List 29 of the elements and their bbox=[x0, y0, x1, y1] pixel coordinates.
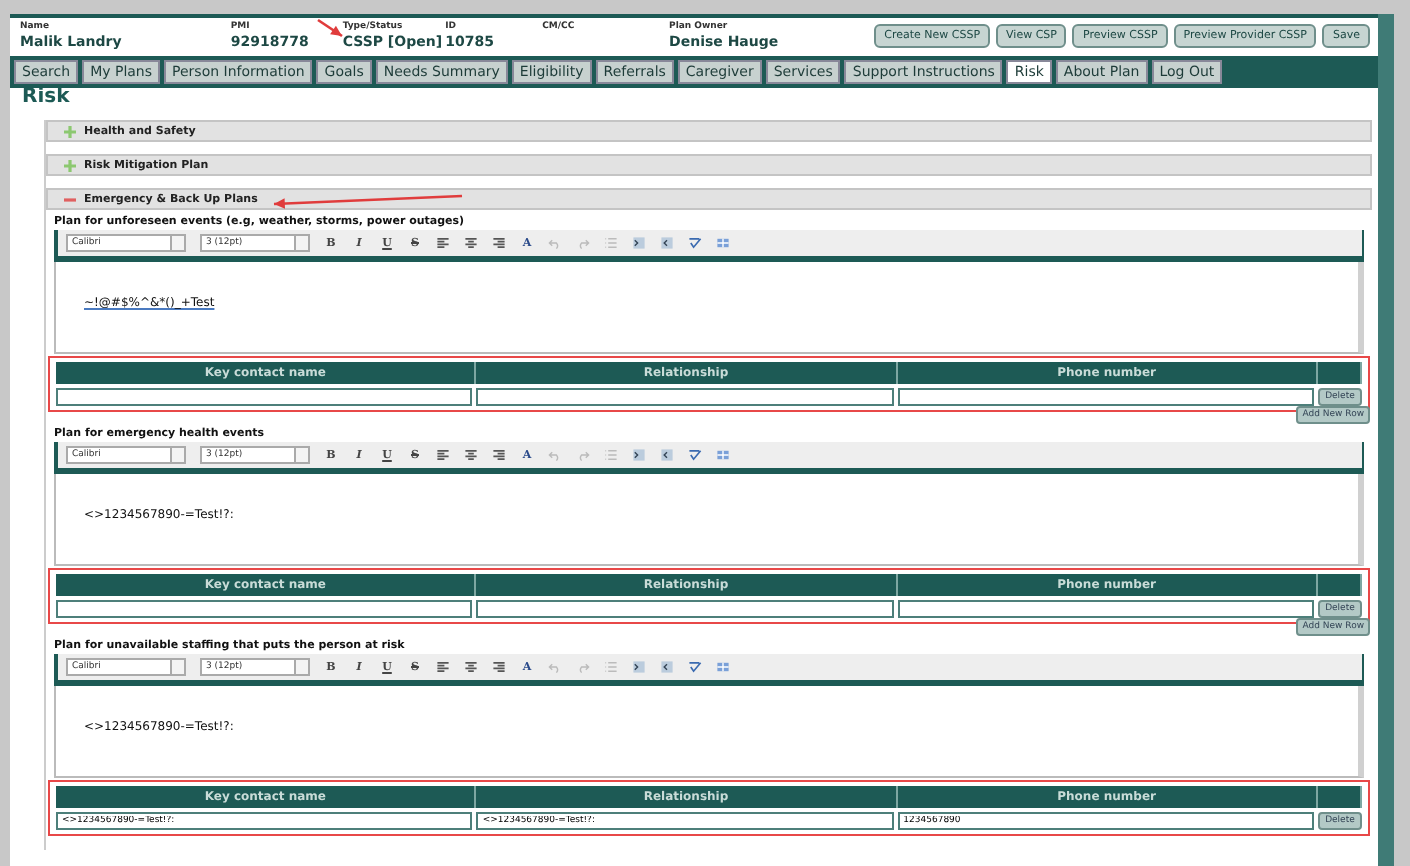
contact-input[interactable] bbox=[476, 600, 894, 618]
spellcheck-icon[interactable] bbox=[688, 236, 702, 250]
outdent-icon[interactable] bbox=[660, 660, 674, 674]
table-icon[interactable] bbox=[716, 236, 730, 250]
scrollbar[interactable] bbox=[1378, 14, 1394, 866]
outdent-icon[interactable] bbox=[660, 236, 674, 250]
contact-input[interactable] bbox=[56, 600, 473, 618]
page-title: Risk bbox=[20, 88, 72, 108]
outdent-icon[interactable] bbox=[660, 448, 674, 462]
align-right-icon[interactable] bbox=[492, 236, 506, 250]
indent-icon[interactable] bbox=[632, 660, 646, 674]
align-center-icon[interactable] bbox=[464, 660, 478, 674]
indent-icon[interactable] bbox=[632, 448, 646, 462]
align-right-icon[interactable] bbox=[492, 660, 506, 674]
contact-input[interactable] bbox=[897, 388, 1314, 406]
table-icon[interactable] bbox=[716, 448, 730, 462]
indent-icon[interactable] bbox=[632, 236, 646, 250]
contact-input[interactable] bbox=[897, 600, 1314, 618]
align-right-icon[interactable] bbox=[492, 448, 506, 462]
contact-input[interactable] bbox=[56, 388, 473, 406]
spellcheck-icon[interactable] bbox=[688, 660, 702, 674]
align-center-icon[interactable] bbox=[464, 236, 478, 250]
align-center-icon[interactable] bbox=[464, 448, 478, 462]
align-left-icon[interactable] bbox=[436, 660, 450, 674]
contact-input[interactable] bbox=[476, 388, 894, 406]
align-left-icon[interactable] bbox=[436, 236, 450, 250]
table-icon[interactable] bbox=[716, 660, 730, 674]
spellcheck-icon[interactable] bbox=[688, 448, 702, 462]
align-left-icon[interactable] bbox=[436, 448, 450, 462]
